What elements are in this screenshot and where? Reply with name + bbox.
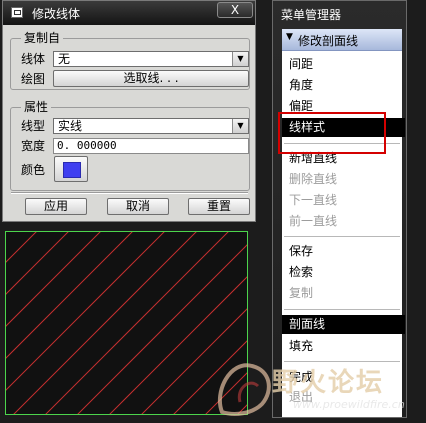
line-body-label: 线体 [21,52,46,66]
chevron-down-icon[interactable]: ▼ [232,52,248,66]
menu-manager-title: 菜单管理器 [281,8,342,22]
select-line-button[interactable]: 选取线. . . [53,70,249,87]
menu-item-angle[interactable]: 角度 [289,78,313,93]
line-type-label: 线型 [21,119,46,133]
window-icon [11,7,23,18]
cancel-button[interactable]: 取消 [107,198,169,215]
reset-button[interactable]: 重置 [188,198,250,215]
highlight-annotation-box [278,112,386,154]
line-body-combo[interactable]: 无 ▼ [53,51,249,67]
attributes-legend: 属性 [21,100,52,114]
color-swatch [63,162,81,178]
line-type-value: 实线 [58,119,83,133]
plot-label: 绘图 [21,72,46,86]
width-label: 宽度 [21,139,46,153]
watermark-text: 野火论坛 [272,368,385,398]
copy-from-legend: 复制自 [21,31,64,45]
divider [11,192,248,194]
color-picker-button[interactable] [54,156,88,182]
menu-divider [284,236,400,237]
menu-divider [284,309,400,310]
chevron-down-icon[interactable]: ▼ [232,119,248,133]
dialog-titlebar[interactable]: 修改线体 X [3,1,255,25]
menu-item-delete-line: 删除直线 [289,172,338,186]
close-button[interactable]: X [217,2,253,18]
watermark-url: www.proewildfire.cn [293,398,405,411]
menu-item-next-line: 下一直线 [289,193,338,207]
menu-item-copy: 复制 [289,286,314,300]
menu-item-xhatch[interactable]: 剖面线 [282,315,405,334]
menu-item-retrieve[interactable]: 检索 [289,265,313,280]
line-type-combo[interactable]: 实线 ▼ [53,118,249,134]
modify-xhatch-menu-header[interactable]: ▼ 修改剖面线 [282,29,402,51]
menu-item-previous-line: 前一直线 [289,214,338,228]
menu-header-label: 修改剖面线 [298,34,359,48]
menu-item-spacing[interactable]: 间距 [289,57,313,72]
triangle-down-icon: ▼ [286,32,293,42]
menu-item-save[interactable]: 保存 [289,244,313,259]
modify-line-style-dialog: 修改线体 X 复制自 线体 无 ▼ 绘图 选取线. . . 属性 线型 实线 ▼… [2,0,256,222]
width-input[interactable]: 0. 000000 [53,138,249,154]
line-body-value: 无 [58,52,71,66]
color-label: 颜色 [21,163,46,177]
dialog-title: 修改线体 [32,7,81,21]
apply-button[interactable]: 应用 [25,198,87,215]
